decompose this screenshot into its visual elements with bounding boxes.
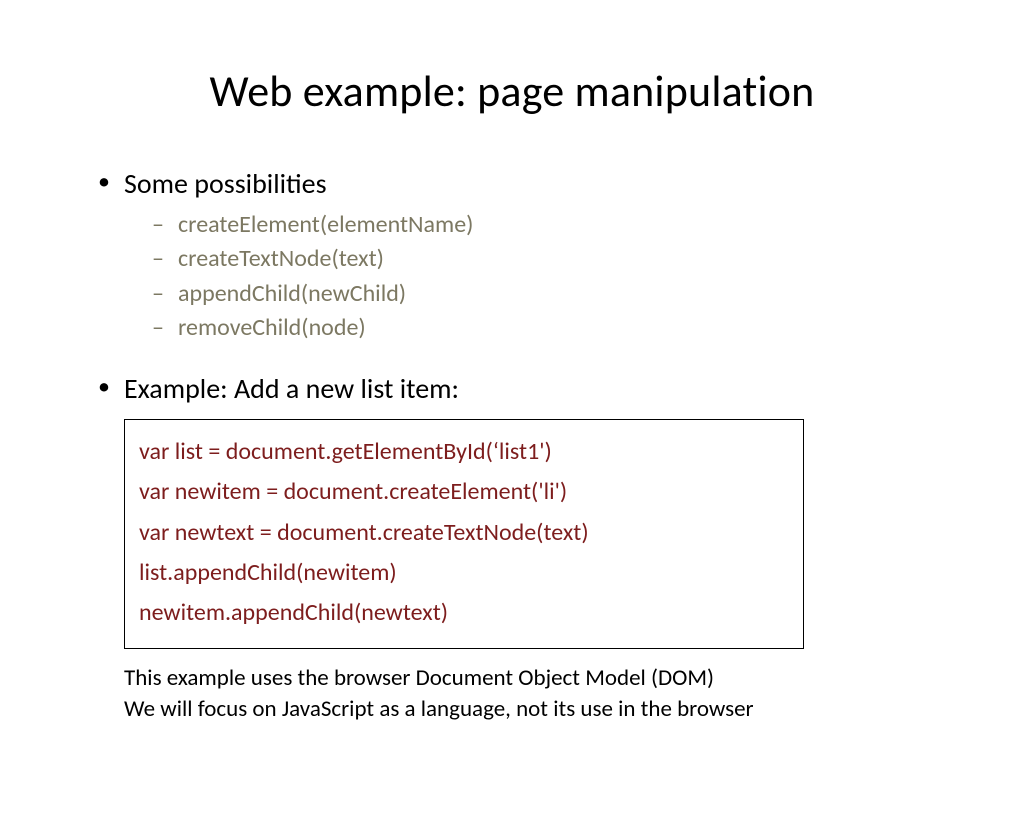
slide-title: Web example: page manipulation (0, 64, 1024, 118)
bullet-example: Example: Add a new list item: (98, 371, 954, 407)
code-line: var newitem = document.createElement('li… (139, 472, 789, 512)
slide: Web example: page manipulation Some poss… (0, 64, 1024, 832)
sub-bullet: removeChild(node) (124, 311, 954, 345)
bullet-text: Some possibilities (124, 166, 327, 201)
sub-bullet: createTextNode(text) (124, 242, 954, 276)
bullet-some-possibilities: Some possibilities createElement(element… (98, 166, 954, 345)
code-line: var list = document.getElementById(‘list… (139, 432, 789, 472)
footnote-line: We will focus on JavaScript as a languag… (124, 694, 954, 725)
sub-bullet: appendChild(newChild) (124, 277, 954, 311)
sub-bullet-list: createElement(elementName) createTextNod… (124, 208, 954, 344)
bullet-list: Some possibilities createElement(element… (98, 166, 954, 407)
code-line: var newtext = document.createTextNode(te… (139, 513, 789, 553)
footnote-line: This example uses the browser Document O… (124, 663, 954, 694)
code-block: var list = document.getElementById(‘list… (124, 419, 804, 649)
code-line: list.appendChild(newitem) (139, 553, 789, 593)
sub-bullet: createElement(elementName) (124, 208, 954, 242)
bullet-text: Example: Add a new list item: (124, 371, 459, 406)
code-line: newitem.appendChild(newtext) (139, 593, 789, 633)
slide-content: Some possibilities createElement(element… (0, 166, 1024, 725)
footnote: This example uses the browser Document O… (124, 663, 954, 725)
